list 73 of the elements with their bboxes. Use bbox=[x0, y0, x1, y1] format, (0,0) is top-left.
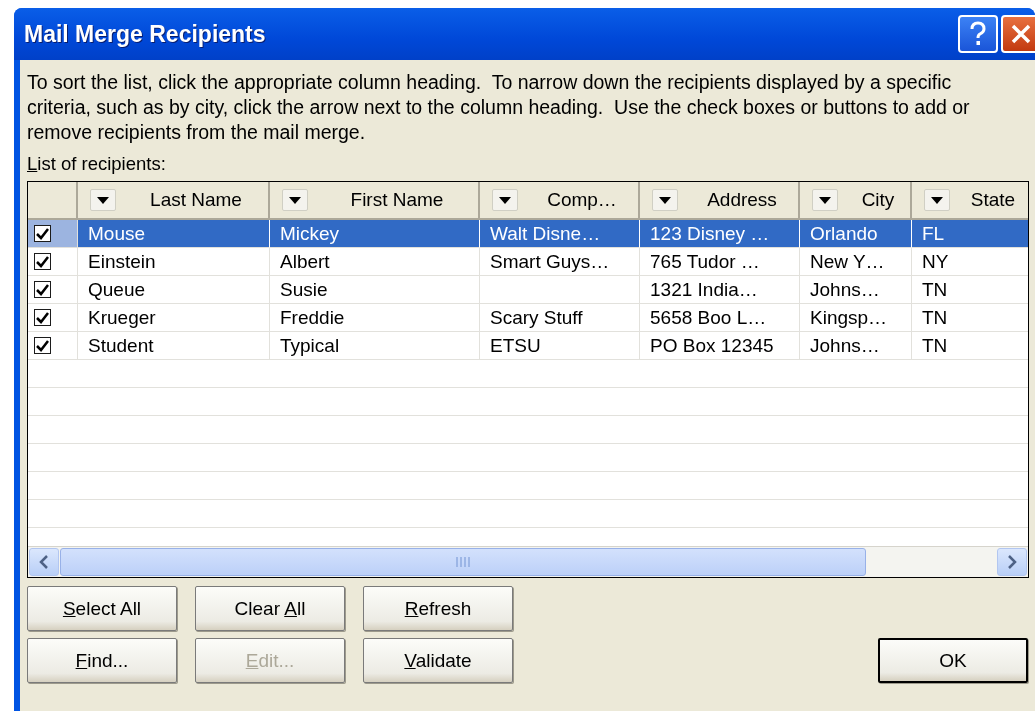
action-button[interactable]: Refresh bbox=[363, 586, 513, 631]
ok-button[interactable]: OK bbox=[878, 638, 1028, 683]
filter-dropdown-button[interactable] bbox=[282, 189, 308, 211]
window-title: Mail Merge Recipients bbox=[24, 20, 267, 48]
checkbox[interactable] bbox=[34, 253, 51, 270]
table-cell: Einstein bbox=[78, 248, 270, 276]
table-cell: 1321 India… bbox=[640, 276, 800, 304]
table-cell: FL bbox=[912, 220, 1028, 248]
checkbox[interactable] bbox=[34, 309, 51, 326]
table-cell: NY bbox=[912, 248, 1028, 276]
column-header-label: Last Name bbox=[149, 189, 243, 211]
table-cell: Freddie bbox=[270, 304, 480, 332]
filter-dropdown-button[interactable] bbox=[924, 189, 950, 211]
table-cell: TN bbox=[912, 276, 1028, 304]
column-header-label: Address bbox=[706, 189, 778, 211]
instructions-text: To sort the list, click the appropriate column heading. To narrow down the recipients displayed by a specific criteria, such as by city, click the arrow next to the column heading. Use the check boxes or buttons to add or remove recipients from the mail merge. bbox=[27, 70, 971, 145]
filter-dropdown-button[interactable] bbox=[492, 189, 518, 211]
table-cell: TN bbox=[912, 332, 1028, 360]
table-cell: Kingsp… bbox=[800, 304, 912, 332]
grip-icon bbox=[456, 557, 470, 567]
action-button[interactable]: Find... bbox=[27, 638, 177, 683]
horizontal-scrollbar[interactable] bbox=[28, 546, 1028, 577]
table-cell: Typical bbox=[270, 332, 480, 360]
chevron-right-icon bbox=[1007, 555, 1017, 569]
table-cell: Albert bbox=[270, 248, 480, 276]
filter-dropdown-button[interactable] bbox=[90, 189, 116, 211]
checkbox[interactable] bbox=[34, 225, 51, 242]
scroll-left-button[interactable] bbox=[29, 548, 59, 576]
column-header[interactable]: Address bbox=[640, 182, 800, 218]
column-header-label: City bbox=[860, 189, 896, 211]
checkbox[interactable] bbox=[34, 337, 51, 354]
table-cell: Queue bbox=[78, 276, 270, 304]
table-cell: Johns… bbox=[800, 276, 912, 304]
column-header-label: State bbox=[969, 189, 1017, 211]
table-cell: 765 Tudor … bbox=[640, 248, 800, 276]
table-cell: Walt Disne… bbox=[480, 220, 640, 248]
filter-dropdown-button[interactable] bbox=[812, 189, 838, 211]
table-cell: New Y… bbox=[800, 248, 912, 276]
checkbox[interactable] bbox=[34, 281, 51, 298]
table-cell: 123 Disney … bbox=[640, 220, 800, 248]
table-cell: Susie bbox=[270, 276, 480, 304]
help-button[interactable] bbox=[958, 15, 998, 53]
column-header[interactable]: Last Name bbox=[78, 182, 270, 218]
column-header[interactable]: First Name bbox=[270, 182, 480, 218]
close-icon bbox=[1010, 23, 1032, 45]
table-cell: Johns… bbox=[800, 332, 912, 360]
table-cell: TN bbox=[912, 304, 1028, 332]
action-button[interactable]: Validate bbox=[363, 638, 513, 683]
column-header[interactable]: City bbox=[800, 182, 912, 218]
table-cell: Mickey bbox=[270, 220, 480, 248]
table-cell: Smart Guys… bbox=[480, 248, 640, 276]
column-header-label: Comp… bbox=[546, 189, 618, 211]
action-button[interactable]: Clear All bbox=[195, 586, 345, 631]
scroll-right-button[interactable] bbox=[997, 548, 1027, 576]
table-cell: Mouse bbox=[78, 220, 270, 248]
column-header-label: First Name bbox=[349, 189, 445, 211]
list-label: List of recipients: bbox=[27, 153, 167, 175]
scrollbar-thumb[interactable] bbox=[60, 548, 866, 576]
table-cell: Orlando bbox=[800, 220, 912, 248]
column-header[interactable]: State bbox=[912, 182, 1028, 218]
help-icon bbox=[969, 21, 987, 47]
close-button[interactable] bbox=[1001, 15, 1035, 53]
table-cell: Scary Stuff bbox=[480, 304, 640, 332]
column-header[interactable]: Comp… bbox=[480, 182, 640, 218]
table-cell: ETSU bbox=[480, 332, 640, 360]
table-cell: Student bbox=[78, 332, 270, 360]
chevron-left-icon bbox=[39, 555, 49, 569]
table-cell: Krueger bbox=[78, 304, 270, 332]
filter-dropdown-button[interactable] bbox=[652, 189, 678, 211]
table-cell: PO Box 12345 bbox=[640, 332, 800, 360]
recipients-table[interactable] bbox=[27, 181, 1029, 578]
table-cell: 5658 Boo L… bbox=[640, 304, 800, 332]
action-button[interactable]: Select All bbox=[27, 586, 177, 631]
